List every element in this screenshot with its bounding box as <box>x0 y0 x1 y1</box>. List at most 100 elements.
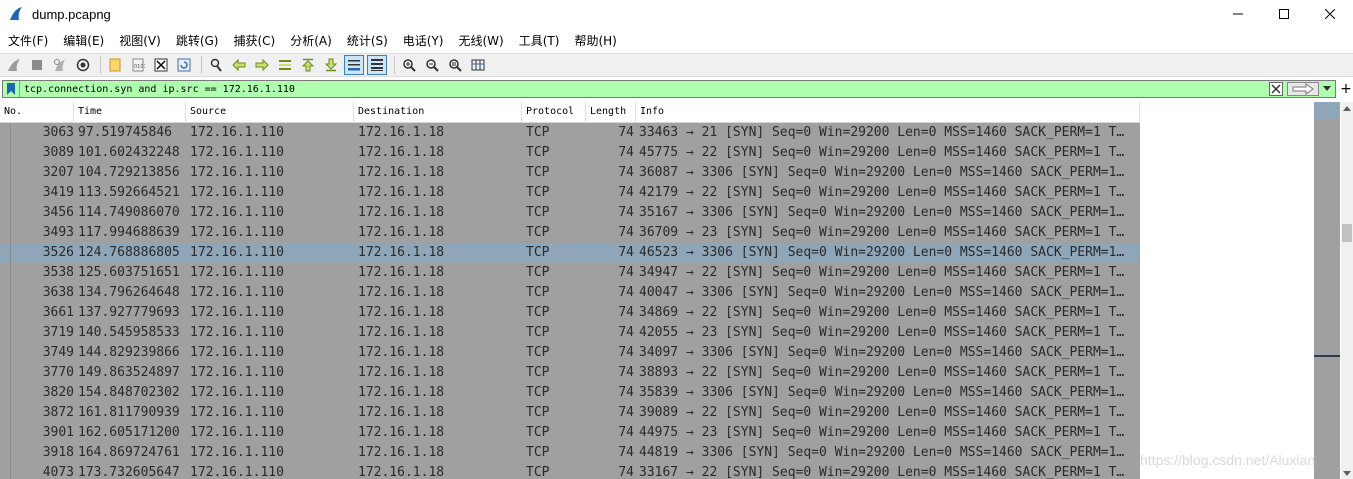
column-header-protocol[interactable]: Protocol <box>522 102 586 122</box>
menu-go[interactable]: 跳转(G) <box>169 32 226 49</box>
go-first-button[interactable] <box>298 55 318 75</box>
menu-file[interactable]: 文件(F) <box>1 32 55 49</box>
zoom-normal-button[interactable] <box>445 55 465 75</box>
capture-options-button[interactable] <box>73 55 93 75</box>
scroll-down-button[interactable] <box>1341 467 1353 479</box>
packet-length: 74 <box>618 285 634 300</box>
start-capture-button[interactable] <box>4 55 24 75</box>
column-header-length[interactable]: Length <box>586 102 636 122</box>
menu-telephony[interactable]: 电话(Y) <box>396 32 451 49</box>
packet-source: 172.16.1.110 <box>190 205 284 220</box>
zoom-in-button[interactable] <box>399 55 419 75</box>
maximize-button[interactable] <box>1261 0 1307 28</box>
maximize-icon <box>1279 9 1289 19</box>
packet-source: 172.16.1.110 <box>190 125 284 140</box>
go-first-icon <box>301 58 315 72</box>
menu-statistics[interactable]: 统计(S) <box>340 32 395 49</box>
packet-destination: 172.16.1.18 <box>358 305 445 320</box>
colorize-button[interactable] <box>367 55 387 75</box>
packet-length: 74 <box>618 265 634 280</box>
toolbar-separator <box>100 56 101 74</box>
packet-row[interactable]: 3901 162.605171200 172.16.1.110 172.16.1.18… <box>0 423 1140 443</box>
packet-row[interactable]: 3063 97.519745846 172.16.1.110 172.16.1.18 T… <box>0 123 1140 143</box>
filter-history-dropdown[interactable] <box>1321 82 1333 96</box>
tree-line <box>0 463 12 479</box>
column-header-source[interactable]: Source <box>186 102 354 122</box>
packet-list-scrollbar[interactable] <box>1341 102 1353 479</box>
menu-view[interactable]: 视图(V) <box>112 32 168 49</box>
packet-row[interactable]: 3661 137.927779693 172.16.1.110 172.16.1.18… <box>0 303 1140 323</box>
go-back-button[interactable] <box>229 55 249 75</box>
menu-help[interactable]: 帮助(H) <box>567 32 623 49</box>
go-forward-button[interactable] <box>252 55 272 75</box>
packet-info: 36709 → 23 [SYN] Seq=0 Win=29200 Len=0 M… <box>639 225 1125 240</box>
menu-analyze[interactable]: 分析(A) <box>283 32 339 49</box>
scroll-up-button[interactable] <box>1341 102 1353 114</box>
column-header-info[interactable]: Info <box>636 102 1140 122</box>
autoscroll-button[interactable] <box>344 55 364 75</box>
packet-row[interactable]: 3419 113.592664521 172.16.1.110 172.16.1.18… <box>0 183 1140 203</box>
wireshark-fin-icon <box>10 7 22 20</box>
packet-row[interactable]: 3456 114.749086070 172.16.1.110 172.16.1.18… <box>0 203 1140 223</box>
packet-source: 172.16.1.110 <box>190 345 284 360</box>
packet-row[interactable]: 3638 134.796264648 172.16.1.110 172.16.1.18… <box>0 283 1140 303</box>
packet-destination: 172.16.1.18 <box>358 185 445 200</box>
packet-row[interactable]: 3089 101.602432248 172.16.1.110 172.16.1.18… <box>0 143 1140 163</box>
packet-no: 3538 <box>42 265 74 280</box>
menu-wireless[interactable]: 无线(W) <box>452 32 511 49</box>
find-packet-button[interactable] <box>206 55 226 75</box>
packet-no: 3661 <box>42 305 74 320</box>
add-filter-button-plus-icon[interactable]: + <box>1340 80 1352 98</box>
display-filter-bar: + <box>0 80 1353 100</box>
packet-length: 74 <box>618 185 634 200</box>
reload-file-button[interactable] <box>174 55 194 75</box>
packet-row[interactable]: 3749 144.829239866 172.16.1.110 172.16.1.18… <box>0 343 1140 363</box>
packet-row[interactable]: 3207 104.729213856 172.16.1.110 172.16.1.18… <box>0 163 1140 183</box>
packet-row[interactable]: 3493 117.994688639 172.16.1.110 172.16.1.18… <box>0 223 1140 243</box>
menu-tools[interactable]: 工具(T) <box>512 32 567 49</box>
filter-bookmark-button[interactable] <box>3 81 20 97</box>
packet-minimap[interactable] <box>1314 102 1340 479</box>
packet-row[interactable]: 3526 124.768886805 172.16.1.110 172.16.1.18… <box>0 243 1140 263</box>
packet-info: 35839 → 3306 [SYN] Seq=0 Win=29200 Len=0… <box>639 385 1125 400</box>
packet-row[interactable]: 4073 173.732605647 172.16.1.110 172.16.1.18… <box>0 463 1140 479</box>
save-file-button[interactable]: 0101 <box>128 55 148 75</box>
column-header-time[interactable]: Time <box>74 102 186 122</box>
minimize-button[interactable] <box>1215 0 1261 28</box>
packet-row[interactable]: 3770 149.863524897 172.16.1.110 172.16.1.18… <box>0 363 1140 383</box>
close-file-button[interactable] <box>151 55 171 75</box>
packet-row[interactable]: 3719 140.545958533 172.16.1.110 172.16.1.18… <box>0 323 1140 343</box>
open-file-button[interactable] <box>105 55 125 75</box>
display-filter-input[interactable] <box>24 82 1224 96</box>
packet-row[interactable]: 3872 161.811790939 172.16.1.110 172.16.1.18… <box>0 403 1140 423</box>
packet-row[interactable]: 3538 125.603751651 172.16.1.110 172.16.1.18… <box>0 263 1140 283</box>
zoom-out-button[interactable] <box>422 55 442 75</box>
column-header-destination[interactable]: Destination <box>354 102 522 122</box>
stop-capture-button[interactable] <box>27 55 47 75</box>
tree-line <box>0 443 12 463</box>
packet-length: 74 <box>618 445 634 460</box>
go-to-packet-button[interactable] <box>275 55 295 75</box>
resize-columns-button[interactable] <box>468 55 488 75</box>
packet-row[interactable]: 3918 164.869724761 172.16.1.110 172.16.1.18… <box>0 443 1140 463</box>
close-button[interactable] <box>1307 0 1353 28</box>
bookmark-icon <box>7 83 15 95</box>
clear-filter-icon[interactable] <box>1269 82 1283 96</box>
packet-no: 3089 <box>42 145 74 160</box>
packet-protocol: TCP <box>526 425 550 440</box>
apply-filter-arrow-icon[interactable] <box>1287 82 1319 96</box>
packet-source: 172.16.1.110 <box>190 405 284 420</box>
restart-capture-button[interactable] <box>50 55 70 75</box>
go-last-button[interactable] <box>321 55 341 75</box>
tree-line <box>0 343 12 363</box>
packet-time: 154.848702302 <box>78 385 180 400</box>
menu-edit[interactable]: 编辑(E) <box>56 32 111 49</box>
packet-row[interactable]: 3820 154.848702302 172.16.1.110 172.16.1.18… <box>0 383 1140 403</box>
scrollbar-thumb[interactable] <box>1342 224 1352 242</box>
packet-source: 172.16.1.110 <box>190 465 284 479</box>
tree-line <box>0 283 12 303</box>
packet-source: 172.16.1.110 <box>190 365 284 380</box>
packet-length: 74 <box>618 205 634 220</box>
menu-capture[interactable]: 捕获(C) <box>226 32 282 49</box>
column-header-no[interactable]: No. <box>0 102 74 122</box>
